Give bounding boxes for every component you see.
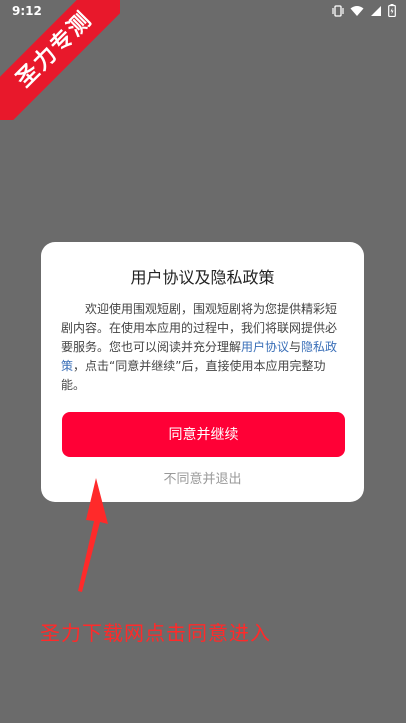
annotation-text: 圣力下载网点击同意进入 [40,621,271,645]
annotation-arrow-icon [78,478,108,592]
